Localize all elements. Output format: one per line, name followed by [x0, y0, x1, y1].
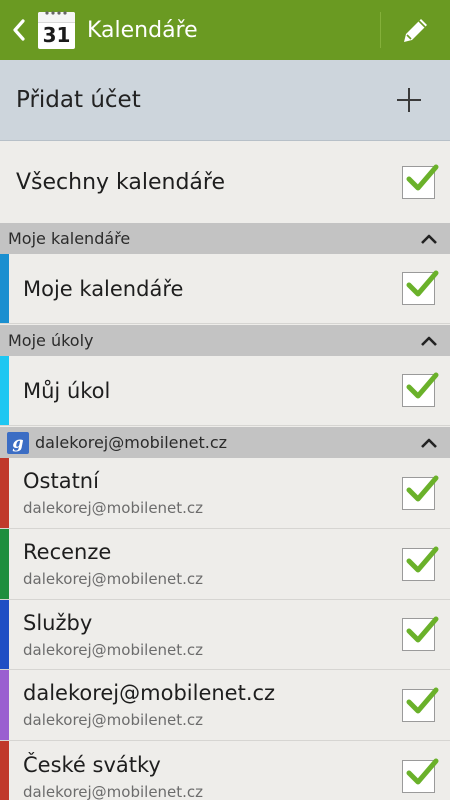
google-icon: g	[7, 431, 29, 454]
calendar-account: dalekorej@mobilenet.cz	[23, 499, 204, 517]
calendar-color-bar	[0, 254, 9, 323]
calendar-color-bar	[0, 458, 9, 528]
checkmark-icon	[406, 372, 439, 399]
collapse-button[interactable]	[414, 325, 444, 356]
all-calendars-checkbox[interactable]	[402, 164, 439, 199]
section-title: Moje úkoly	[8, 331, 94, 350]
calendar-color-bar	[0, 356, 9, 425]
calendar-name: Můj úkol	[23, 378, 111, 403]
checkmark-icon	[406, 758, 439, 785]
checkmark-icon	[406, 687, 439, 713]
calendar-color-bar	[0, 741, 9, 800]
calendar-day-number: 31	[42, 22, 71, 47]
calendar-color-bar	[0, 529, 9, 599]
calendar-row[interactable]: Moje kalendáře	[0, 254, 450, 324]
checkmark-icon	[406, 270, 439, 297]
checkmark-icon	[406, 546, 439, 572]
calendar-color-bar	[0, 670, 9, 740]
calendar-checkbox[interactable]	[402, 687, 439, 722]
calendar-app-icon[interactable]: 31	[38, 10, 75, 49]
checkmark-icon	[406, 475, 439, 501]
calendar-checkbox[interactable]	[402, 616, 439, 651]
section-header-my-tasks[interactable]: Moje úkoly	[0, 325, 450, 356]
calendar-name: dalekorej@mobilenet.cz	[23, 681, 276, 705]
calendar-name: Ostatní	[23, 469, 99, 493]
calendar-checkbox[interactable]	[402, 270, 439, 305]
action-bar: 31 Kalendáře	[0, 0, 450, 60]
section-title: dalekorej@mobilenet.cz	[35, 433, 228, 452]
chevron-up-icon	[421, 336, 437, 346]
section-header-google-account[interactable]: g dalekorej@mobilenet.cz	[0, 427, 450, 458]
calendar-row[interactable]: České svátky dalekorej@mobilenet.cz	[0, 741, 450, 800]
add-account-label: Přidat účet	[16, 87, 141, 113]
calendar-account: dalekorej@mobilenet.cz	[23, 640, 204, 659]
back-arrow-icon	[13, 19, 25, 41]
collapse-button[interactable]	[414, 223, 444, 254]
calendar-name: Moje kalendáře	[23, 276, 184, 301]
calendar-name: Služby	[23, 610, 93, 635]
calendar-name: České svátky	[23, 752, 161, 777]
plus-icon	[397, 88, 421, 112]
calendar-account: dalekorej@mobilenet.cz	[23, 711, 204, 729]
section-title: Moje kalendáře	[8, 229, 131, 248]
calendar-row[interactable]: dalekorej@mobilenet.cz dalekorej@mobilen…	[0, 670, 450, 741]
calendar-row[interactable]: Služby dalekorej@mobilenet.cz	[0, 600, 450, 670]
checkmark-icon	[406, 164, 439, 190]
add-account-button[interactable]	[384, 75, 434, 125]
calendar-color-bar	[0, 600, 9, 669]
calendar-checkbox[interactable]	[402, 546, 439, 581]
chevron-up-icon	[421, 438, 437, 448]
calendar-checkbox[interactable]	[402, 758, 439, 793]
section-header-my-calendars[interactable]: Moje kalendáře	[0, 223, 450, 254]
edit-button[interactable]	[381, 0, 450, 60]
calendar-checkbox[interactable]	[402, 475, 439, 510]
calendar-row[interactable]: Ostatní dalekorej@mobilenet.cz	[0, 458, 450, 529]
calendar-name: Recenze	[23, 540, 112, 564]
back-button[interactable]	[0, 0, 34, 60]
calendar-account: dalekorej@mobilenet.cz	[23, 782, 204, 800]
collapse-button[interactable]	[414, 427, 444, 458]
chevron-up-icon	[421, 234, 437, 244]
add-account-row[interactable]: Přidat účet	[0, 60, 450, 141]
calendar-row[interactable]: Recenze dalekorej@mobilenet.cz	[0, 529, 450, 600]
calendar-checkbox[interactable]	[402, 372, 439, 407]
calendar-account: dalekorej@mobilenet.cz	[23, 570, 204, 588]
all-calendars-label: Všechny kalendáře	[16, 169, 226, 195]
calendar-row[interactable]: Můj úkol	[0, 356, 450, 426]
all-calendars-row[interactable]: Všechny kalendáře	[0, 141, 450, 223]
pencil-icon	[403, 19, 427, 42]
checkmark-icon	[406, 616, 439, 643]
